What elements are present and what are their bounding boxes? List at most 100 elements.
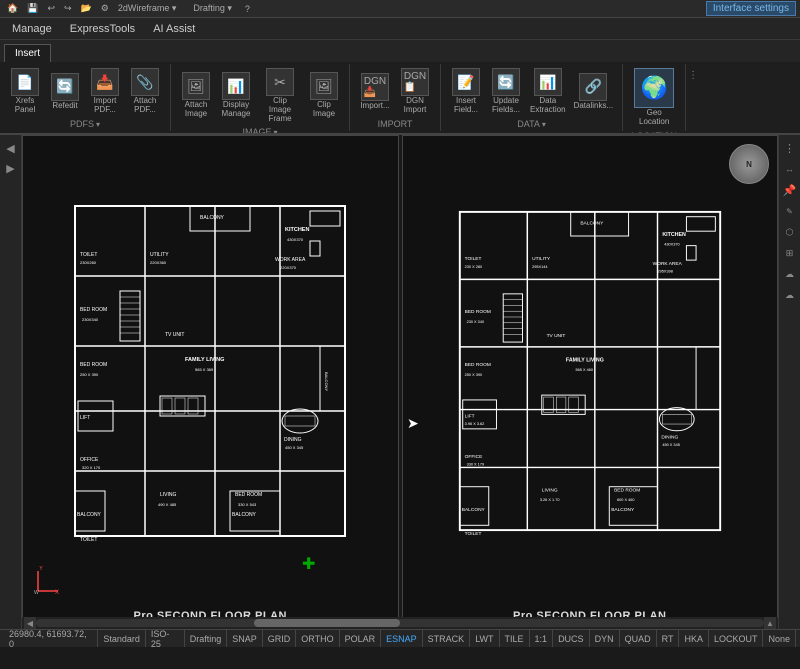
svg-text:450 X 345: 450 X 345 xyxy=(662,443,680,447)
status-dyn[interactable]: DYN xyxy=(590,630,620,647)
ribbon-btn-display-mgmt[interactable]: 📊 DisplayManage xyxy=(217,70,255,121)
right-tool-menu[interactable]: ⋮ xyxy=(781,139,799,157)
ribbon-btn-refedit[interactable]: 🔄 Refedit xyxy=(46,71,84,113)
ribbon-btn-import[interactable]: DGN📥 Import... xyxy=(356,71,394,113)
svg-text:BALCONY: BALCONY xyxy=(77,512,102,518)
status-drafting[interactable]: Drafting xyxy=(185,630,228,647)
status-coordinates[interactable]: 26980.4, 61693.72, 0 xyxy=(4,630,98,647)
svg-text:450 X 345: 450 X 345 xyxy=(285,445,304,450)
svg-text:BALCONY: BALCONY xyxy=(580,220,604,226)
properties-icon[interactable]: ⚙ xyxy=(98,2,112,15)
workspace-select[interactable]: Drafting ▾ xyxy=(190,2,235,15)
right-tool-grid[interactable]: ⊞ xyxy=(781,244,799,262)
interface-settings-button[interactable]: Interface settings xyxy=(706,1,796,16)
status-ducs[interactable]: DUCS xyxy=(553,630,590,647)
status-esnap[interactable]: ESNAP xyxy=(381,630,423,647)
svg-text:Y: Y xyxy=(39,566,43,572)
ribbon-btn-attach-pdf[interactable]: 📎 AttachPDF... xyxy=(126,66,164,117)
svg-text:FAMILY LIVING: FAMILY LIVING xyxy=(185,357,224,363)
image-group-label[interactable]: IMAGE ▾ xyxy=(242,127,277,133)
svg-text:320 X 170: 320 X 170 xyxy=(82,465,101,470)
svg-text:430X370: 430X370 xyxy=(664,243,679,247)
svg-text:BALCONY: BALCONY xyxy=(324,372,329,391)
status-tile[interactable]: TILE xyxy=(500,630,530,647)
open-icon[interactable]: 📂 xyxy=(78,2,95,15)
save-icon[interactable]: 💾 xyxy=(24,2,41,15)
app-icon[interactable]: 🏠 xyxy=(4,2,21,15)
right-tool-hex[interactable]: ⬡ xyxy=(781,223,799,241)
ribbon-btn-import-pdf[interactable]: 📥 ImportPDF... xyxy=(86,66,124,117)
undo-icon[interactable]: ↩ xyxy=(44,2,58,15)
refedit-icon: 🔄 xyxy=(51,73,79,101)
ribbon-btn-datalinks[interactable]: 🔗 Datalinks... xyxy=(571,71,617,113)
menu-aiassist[interactable]: AI Assist xyxy=(145,21,203,37)
status-lwt[interactable]: LWT xyxy=(470,630,499,647)
svg-text:565 X 460: 565 X 460 xyxy=(575,368,593,372)
left-tool-1[interactable]: ◀ xyxy=(2,139,20,157)
dgn-import-label: DGNImport xyxy=(404,97,427,115)
status-rt[interactable]: RT xyxy=(657,630,680,647)
status-scale[interactable]: 1:1 xyxy=(530,630,554,647)
clip-image-icon: 🖼 xyxy=(310,72,338,100)
svg-text:TV UNIT: TV UNIT xyxy=(546,333,565,339)
redo-icon[interactable]: ↪ xyxy=(61,2,75,15)
main-viewport[interactable]: BALCONY BALCONY BALCONY BALCONY xyxy=(22,135,778,629)
ribbon-btn-data-extraction[interactable]: 📊 DataExtraction xyxy=(527,66,569,117)
status-grid[interactable]: GRID xyxy=(263,630,297,647)
status-hka[interactable]: HKA xyxy=(679,630,709,647)
right-viewport-panel[interactable]: BALCONY BALCONY BALCONY KITCHEN xyxy=(402,135,779,629)
scroll-up-arrow[interactable]: ▲ xyxy=(764,617,776,629)
status-snap[interactable]: SNAP xyxy=(227,630,263,647)
view-mode-select[interactable]: 2dWireframe ▾ xyxy=(115,2,180,15)
right-tool-pin[interactable]: 📌 xyxy=(781,181,799,199)
top-icons: 🏠 💾 ↩ ↪ 📂 ⚙ 2dWireframe ▾ Drafting ▾ ? xyxy=(4,2,706,15)
status-strack[interactable]: STRACK xyxy=(423,630,471,647)
status-none[interactable]: None xyxy=(763,630,796,647)
right-tool-cloud[interactable]: ☁ xyxy=(781,286,799,304)
left-tool-2[interactable]: ▶ xyxy=(2,159,20,177)
ribbon-btn-clip-frame[interactable]: ✂ ClipImage Frame xyxy=(257,66,303,125)
update-fields-icon: 🔄 xyxy=(492,68,520,96)
status-polar[interactable]: POLAR xyxy=(340,630,382,647)
ribbon-btn-insert-field[interactable]: 📝 InsertField... xyxy=(447,66,485,117)
svg-text:220X360: 220X360 xyxy=(150,260,167,265)
svg-text:295X144: 295X144 xyxy=(532,265,548,269)
data-extraction-icon: 📊 xyxy=(534,68,562,96)
menu-manage[interactable]: Manage xyxy=(4,21,60,37)
status-lockout[interactable]: LOCKOUT xyxy=(709,630,764,647)
ribbon-btn-dgn-import[interactable]: DGN📋 DGNImport xyxy=(396,66,434,117)
right-tool-pan[interactable]: ↔ xyxy=(781,160,799,178)
svg-text:FAMILY LIVING: FAMILY LIVING xyxy=(566,357,604,363)
svg-text:250 X 390: 250 X 390 xyxy=(464,373,482,377)
left-viewport-panel[interactable]: BALCONY BALCONY BALCONY BALCONY xyxy=(22,135,399,629)
ribbon-btn-xrefs[interactable]: 📄 XrefsPanel xyxy=(6,66,44,117)
status-ortho[interactable]: ORTHO xyxy=(296,630,339,647)
scroll-thumb[interactable] xyxy=(254,619,400,627)
right-tool-balloon[interactable]: ☁ xyxy=(781,265,799,283)
insert-field-label: InsertField... xyxy=(454,97,478,115)
scroll-left-arrow[interactable]: ◀ xyxy=(24,617,36,629)
status-iso[interactable]: ISO-25 xyxy=(146,630,185,647)
horizontal-scrollbar[interactable]: ◀ ▲ xyxy=(22,617,778,629)
ribbon-btn-attach-image[interactable]: 🖼 AttachImage xyxy=(177,70,215,121)
svg-text:LIVING: LIVING xyxy=(542,488,558,494)
status-standard[interactable]: Standard xyxy=(98,630,146,647)
pdfs-arrow: ▾ xyxy=(96,120,100,129)
right-tool-1[interactable]: ✎ xyxy=(781,202,799,220)
data-group-label[interactable]: DATA ▾ xyxy=(517,119,546,129)
ribbon-btn-update-fields[interactable]: 🔄 UpdateFields... xyxy=(487,66,525,117)
help-icon[interactable]: ? xyxy=(242,3,253,15)
ribbon-btn-geo-location[interactable]: 🌍 GeoLocation xyxy=(629,66,679,129)
pdfs-group-label[interactable]: PDFS ▾ xyxy=(70,119,100,129)
svg-text:BALCONY: BALCONY xyxy=(611,507,635,513)
scroll-track[interactable] xyxy=(36,619,764,627)
ribbon-btn-clip-image[interactable]: 🖼 ClipImage xyxy=(305,70,343,121)
svg-text:WORK AREA: WORK AREA xyxy=(652,261,682,267)
menu-expresstools[interactable]: ExpressTools xyxy=(62,21,143,37)
ribbon-content: 📄 XrefsPanel 🔄 Refedit 📥 ImportPDF... 📎 … xyxy=(0,62,800,133)
location-group-label: LOCATION xyxy=(631,131,676,133)
ribbon-more-button[interactable]: ⋮ xyxy=(686,68,700,82)
clip-frame-icon: ✂ xyxy=(266,68,294,96)
status-quad[interactable]: QUAD xyxy=(620,630,657,647)
tab-insert[interactable]: Insert xyxy=(4,44,51,62)
